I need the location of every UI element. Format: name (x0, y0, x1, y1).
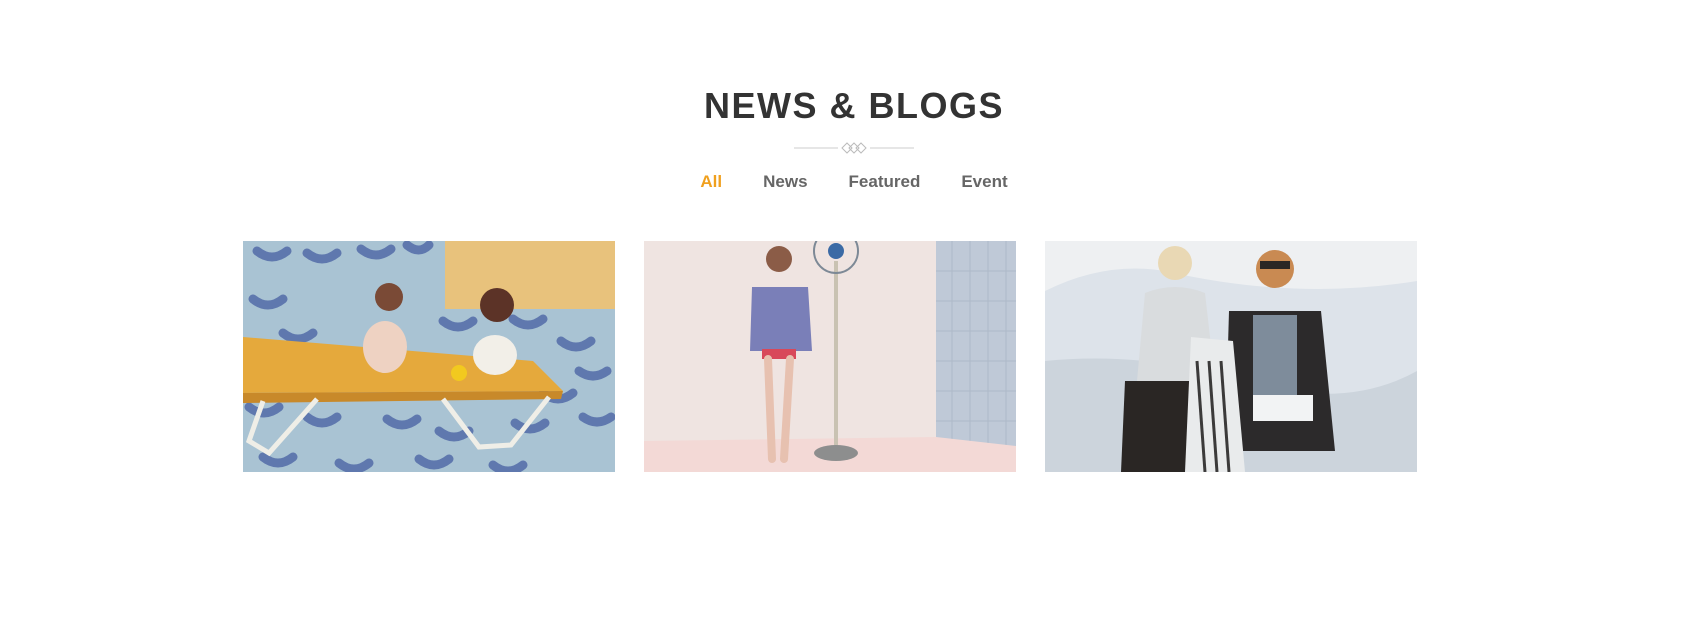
post-thumbnail-2[interactable] (644, 241, 1016, 472)
filter-tab-featured[interactable]: Featured (849, 170, 921, 194)
post-thumbnail-1[interactable] (243, 241, 615, 472)
post-thumbnail-3[interactable] (1045, 241, 1417, 472)
kids-on-lounger-photo (243, 241, 615, 472)
filter-tab-all[interactable]: All (700, 170, 722, 194)
title-divider-icon (794, 142, 914, 154)
section-title: NEWS & BLOGS (703, 85, 1004, 126)
blog-filter-tabs: All News Featured Event (0, 170, 1708, 194)
two-women-on-beach-photo (1045, 241, 1417, 472)
girl-by-fan-photo (644, 241, 1016, 472)
filter-tab-event[interactable]: Event (961, 170, 1007, 194)
filter-tab-news[interactable]: News (763, 170, 807, 194)
